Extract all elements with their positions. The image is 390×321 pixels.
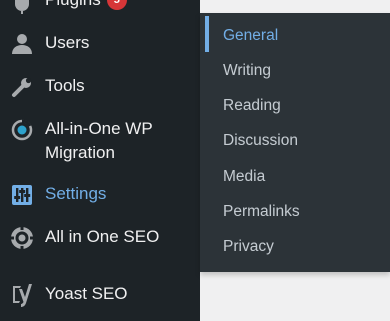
sidebar-item-label: Settings	[45, 184, 107, 203]
submenu-item-general[interactable]: General	[223, 25, 278, 47]
sidebar-item-label: Plugins	[45, 0, 101, 9]
sidebar-item-yoast-seo[interactable]: Yoast SEO	[0, 281, 200, 309]
sidebar-item-settings[interactable]: Settings	[0, 181, 200, 209]
tools-icon	[9, 74, 35, 100]
current-indicator	[205, 16, 209, 52]
sidebar-item-label: All in One SEO	[45, 227, 160, 246]
aioseo-icon	[9, 225, 35, 251]
sidebar-item-label: Yoast SEO	[45, 284, 128, 303]
sidebar-item-label: Tools	[45, 76, 85, 95]
update-count-badge: 5	[106, 0, 127, 10]
plugins-icon	[9, 0, 35, 17]
yoast-icon	[9, 282, 35, 308]
sidebar-item-users[interactable]: Users	[0, 30, 200, 58]
sidebar-item-label: All-in-One WP	[45, 119, 153, 138]
users-icon	[9, 31, 35, 57]
sidebar-item-all-in-one-seo[interactable]: All in One SEO	[0, 224, 200, 252]
migration-icon	[9, 117, 35, 143]
sidebar-item-all-in-one-wp-migration[interactable]: All-in-One WP Migration	[0, 116, 200, 166]
submenu-item-media[interactable]: Media	[223, 166, 265, 188]
sidebar-item-tools[interactable]: Tools	[0, 73, 200, 101]
sidebar-item-plugins[interactable]: Plugins 5	[0, 0, 200, 18]
settings-submenu: General Writing Reading Discussion Media…	[200, 13, 390, 272]
submenu-item-privacy[interactable]: Privacy	[223, 236, 274, 258]
submenu-item-reading[interactable]: Reading	[223, 95, 281, 117]
settings-sliders-icon	[9, 182, 35, 208]
submenu-item-permalinks[interactable]: Permalinks	[223, 201, 300, 223]
sidebar-item-label-line2: Migration	[45, 143, 115, 162]
sidebar-item-label: Users	[45, 33, 90, 52]
submenu-item-discussion[interactable]: Discussion	[223, 130, 298, 152]
admin-sidebar: Plugins 5 Users Tools	[0, 0, 200, 321]
submenu-item-writing[interactable]: Writing	[223, 60, 271, 82]
